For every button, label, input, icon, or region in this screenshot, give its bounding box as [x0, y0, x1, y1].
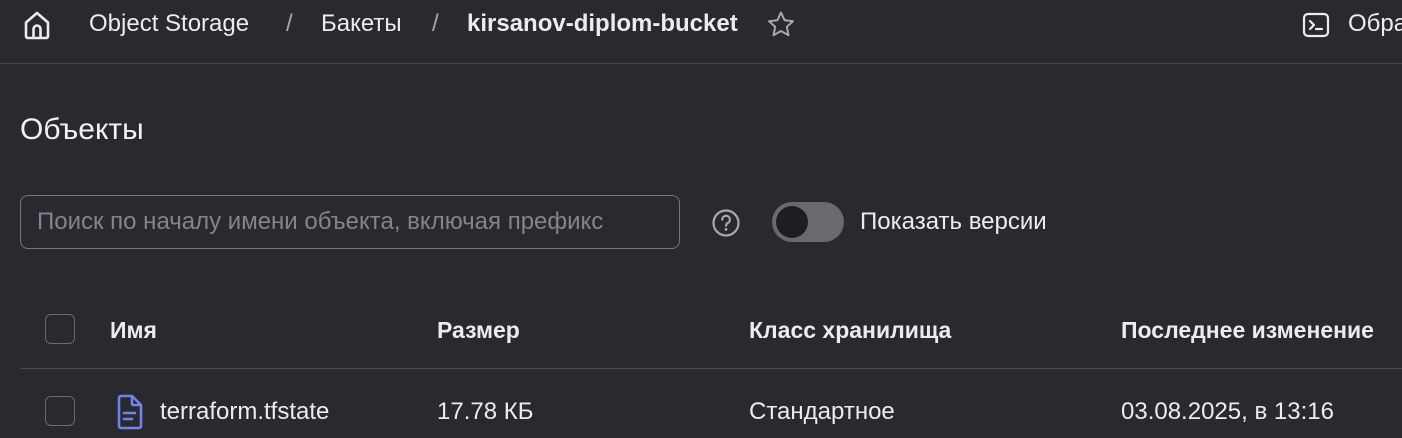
row-checkbox[interactable]: [45, 396, 75, 426]
breadcrumb-current-bucket: kirsanov-diplom-bucket: [467, 10, 738, 37]
search-input[interactable]: [20, 195, 680, 249]
column-header-storage-class[interactable]: Класс хранилища: [749, 316, 951, 344]
home-icon[interactable]: [20, 8, 54, 42]
column-header-size[interactable]: Размер: [437, 316, 520, 344]
select-all-checkbox[interactable]: [45, 314, 75, 344]
console-button-label: Обра: [1348, 10, 1402, 37]
toggle-knob: [776, 206, 808, 238]
object-last-modified: 03.08.2025, в 13:16: [1121, 398, 1334, 425]
breadcrumb-separator: /: [286, 10, 293, 37]
file-document-icon: [117, 394, 143, 430]
object-size: 17.78 КБ: [437, 398, 534, 425]
star-icon[interactable]: [765, 9, 797, 41]
top-navigation-bar: Object Storage / Бакеты / kirsanov-diplo…: [0, 0, 1402, 64]
question-circle-icon[interactable]: [710, 207, 742, 239]
breadcrumb-object-storage[interactable]: Object Storage: [89, 10, 249, 38]
table-header-divider: [20, 368, 1402, 369]
breadcrumb-separator: /: [432, 10, 439, 37]
terminal-icon: [1302, 12, 1330, 38]
object-storage-class: Стандартное: [749, 398, 895, 425]
breadcrumb-buckets[interactable]: Бакеты: [321, 10, 402, 38]
page-title: Объекты: [20, 113, 144, 146]
show-versions-label: Показать версии: [860, 208, 1047, 235]
object-name-link[interactable]: terraform.tfstate: [160, 398, 329, 426]
show-versions-toggle[interactable]: [772, 202, 844, 242]
column-header-last-modified[interactable]: Последнее изменение: [1121, 316, 1374, 344]
column-header-name[interactable]: Имя: [110, 316, 157, 344]
